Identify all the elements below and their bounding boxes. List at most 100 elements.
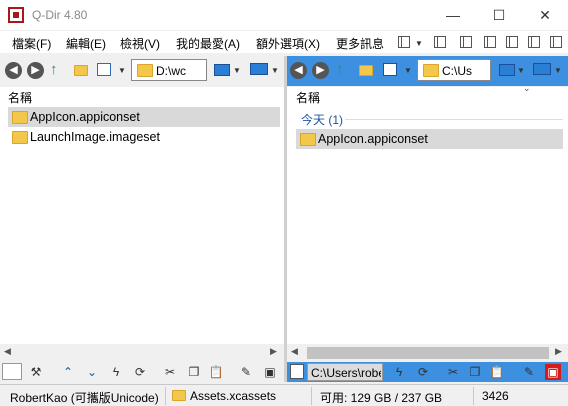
view-mode-icon[interactable] (97, 63, 111, 76)
right-path-text: C:\Users\robe (311, 366, 381, 380)
layout-grid-icon[interactable] (398, 36, 410, 48)
window-title: Q-Dir 4.80 (32, 8, 88, 22)
folder-icon (12, 131, 28, 144)
layout-dropdown-icon[interactable]: ▼ (415, 39, 423, 48)
minimize-button[interactable]: — (430, 0, 476, 30)
refresh-icon[interactable]: ⟳ (132, 364, 148, 380)
left-address-text: D:\wc (156, 64, 186, 78)
menu-extras[interactable]: 額外選項(X) (256, 35, 320, 52)
new-folder-icon[interactable] (359, 65, 373, 76)
menu-view[interactable]: 檢視(V) (120, 35, 160, 52)
status-space: 可用: 129 GB / 237 GB (320, 391, 443, 405)
view-mode-dropdown-icon[interactable]: ▼ (118, 66, 126, 75)
up-folder-icon[interactable]: ↑ (336, 61, 344, 78)
scroll-right-icon[interactable]: ▶ (270, 346, 277, 357)
layout-2pane-icon[interactable] (506, 36, 518, 48)
item-name: LaunchImage.imageset (30, 130, 160, 144)
monitor-icon[interactable] (499, 64, 515, 76)
scroll-left-icon[interactable]: ◀ (291, 346, 298, 357)
forward-icon[interactable]: ▶ (27, 62, 44, 79)
left-bottom-toolbar: ⚒ ⌃ ⌄ ϟ ⟳ ✂ ❐ 📋 ✎ ▣ (0, 362, 284, 382)
scroll-right-icon[interactable]: ▶ (555, 346, 562, 357)
column-header-name[interactable]: 名稱 (8, 89, 32, 106)
maximize-button[interactable]: ☐ (476, 0, 522, 30)
left-file-list[interactable]: 名稱 AppIcon.appiconset LaunchImage.images… (0, 87, 284, 344)
forward-icon[interactable]: ▶ (312, 62, 329, 79)
tools-icon[interactable]: ⚒ (28, 364, 44, 380)
menu-favorites[interactable]: 我的最愛(A) (176, 35, 240, 52)
lightning-icon[interactable]: ϟ (108, 364, 124, 380)
paste-icon[interactable]: 📋 (208, 364, 224, 380)
right-path-field[interactable]: C:\Users\robe (307, 363, 383, 381)
menu-edit[interactable]: 編輯(E) (66, 35, 106, 52)
sort-indicator-icon: ⌄ (523, 83, 531, 93)
menu-more-info[interactable]: 更多訊息 (336, 35, 384, 52)
status-folder: Assets.xcassets (190, 389, 277, 403)
folder-icon (12, 111, 28, 124)
right-file-list[interactable]: 名稱 ⌄ 今天 (1) AppIcon.appiconset (287, 83, 568, 344)
right-horizontal-scrollbar[interactable]: ◀ ▶ (287, 345, 568, 361)
status-folder-cell: Assets.xcassets (168, 387, 312, 405)
monitor-dropdown-icon[interactable]: ▼ (517, 66, 525, 75)
properties-icon[interactable]: ▣ (545, 364, 561, 380)
move-down-icon[interactable]: ⌄ (84, 364, 100, 380)
rename-icon[interactable]: ✎ (521, 364, 537, 380)
computer-icon[interactable] (250, 63, 268, 75)
new-folder-icon[interactable] (74, 65, 88, 76)
lightning-icon[interactable]: ϟ (391, 364, 407, 380)
monitor-dropdown-icon[interactable]: ▼ (233, 66, 241, 75)
group-header[interactable]: 今天 (1) (301, 111, 343, 128)
list-item[interactable]: LaunchImage.imageset (8, 127, 280, 147)
menu-bar: 檔案(F) 編輯(E) 檢視(V) 我的最愛(A) 額外選項(X) 更多訊息 ▼ (0, 31, 568, 53)
path-field[interactable] (2, 363, 22, 380)
layout-4pane-icon[interactable] (434, 36, 446, 48)
cut-icon[interactable]: ✂ (445, 364, 461, 380)
close-button[interactable]: ✕ (522, 0, 568, 30)
app-icon (8, 7, 24, 23)
pane-splitter[interactable] (284, 56, 287, 382)
info-icon[interactable] (290, 364, 304, 379)
layout-2pane-vertical-icon[interactable] (528, 36, 540, 48)
list-item[interactable]: AppIcon.appiconset (8, 107, 280, 127)
cut-icon[interactable]: ✂ (162, 364, 178, 380)
layout-3pane-icon[interactable] (460, 36, 472, 48)
right-address-bar[interactable]: C:\Us (417, 59, 491, 81)
computer-dropdown-icon[interactable]: ▼ (554, 66, 562, 75)
left-horizontal-scrollbar[interactable]: ◀ ▶ (0, 345, 284, 361)
scroll-thumb[interactable] (307, 347, 549, 359)
rename-icon[interactable]: ✎ (238, 364, 254, 380)
group-divider (345, 119, 563, 120)
menu-file[interactable]: 檔案(F) (12, 35, 51, 52)
view-mode-dropdown-icon[interactable]: ▼ (404, 66, 412, 75)
item-name: AppIcon.appiconset (30, 110, 140, 124)
computer-icon[interactable] (533, 63, 551, 75)
back-icon[interactable]: ◀ (5, 62, 22, 79)
layout-single-pane-icon[interactable] (550, 36, 562, 48)
view-mode-icon[interactable] (383, 63, 397, 76)
paste-icon[interactable]: 📋 (489, 364, 505, 380)
title-bar: Q-Dir 4.80 — ☐ ✕ (0, 0, 568, 30)
folder-icon (300, 133, 316, 146)
computer-dropdown-icon[interactable]: ▼ (271, 66, 279, 75)
move-up-icon[interactable]: ⌃ (60, 364, 76, 380)
copy-icon[interactable]: ❐ (467, 364, 483, 380)
monitor-icon[interactable] (214, 64, 230, 76)
right-address-text: C:\Us (442, 64, 472, 78)
refresh-icon[interactable]: ⟳ (415, 364, 431, 380)
back-icon[interactable]: ◀ (290, 62, 307, 79)
properties-icon[interactable]: ▣ (262, 364, 278, 380)
status-space-cell: 可用: 129 GB / 237 GB (314, 387, 474, 405)
status-user-cell: RobertKao (可攜版Unicode) (0, 387, 166, 405)
list-item[interactable]: AppIcon.appiconset (296, 129, 563, 149)
status-bar: RobertKao (可攜版Unicode) Assets.xcassets 可… (0, 384, 568, 406)
status-count: 3426 (482, 389, 509, 403)
left-address-bar[interactable]: D:\wc (131, 59, 207, 81)
right-pane-toolbar: ◀ ▶ ↑ ▼ C:\Us ▼ ▼ (287, 56, 568, 86)
folder-icon (172, 390, 186, 401)
status-count-cell: 3426 (476, 387, 566, 405)
up-folder-icon[interactable]: ↑ (50, 61, 58, 78)
copy-icon[interactable]: ❐ (186, 364, 202, 380)
column-header-name[interactable]: 名稱 (296, 89, 320, 106)
scroll-left-icon[interactable]: ◀ (4, 346, 11, 357)
layout-3pane-alt-icon[interactable] (484, 36, 496, 48)
